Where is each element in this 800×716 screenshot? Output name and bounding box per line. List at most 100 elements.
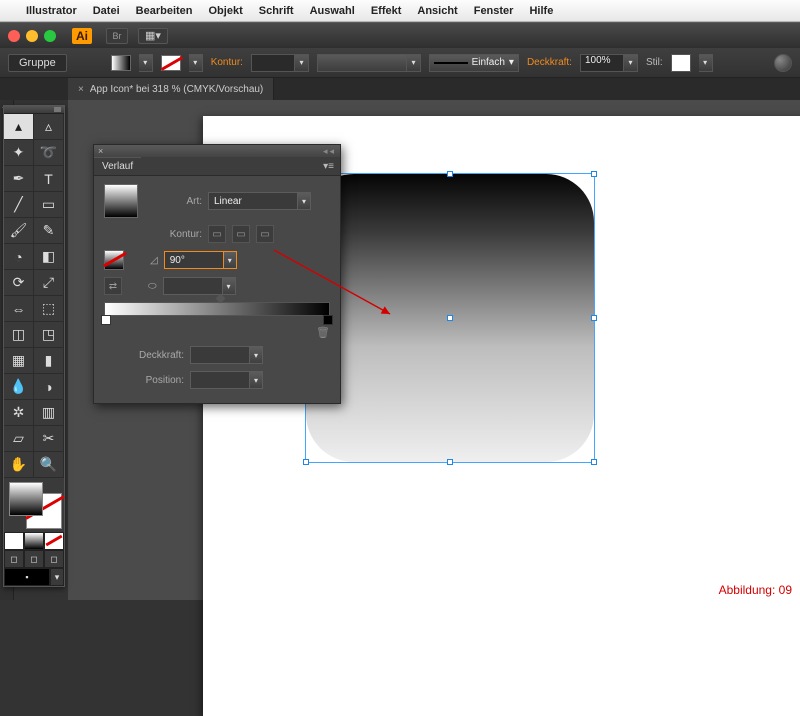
eraser-tool[interactable]: ◧ <box>34 244 64 270</box>
minimize-window-icon[interactable] <box>26 30 38 42</box>
fill-stroke-indicator[interactable] <box>5 480 63 530</box>
gradient-stroke-swatch[interactable] <box>104 250 124 270</box>
mesh-tool[interactable]: ▦ <box>4 348 34 374</box>
stroke-gradient-across-button[interactable]: ▭ <box>256 225 274 243</box>
artboard-tool[interactable]: ▱ <box>4 426 34 452</box>
menu-item-datei[interactable]: Datei <box>93 5 120 17</box>
line-tool[interactable]: ╱ <box>4 192 34 218</box>
gradient-type-dropdown[interactable]: ▾ <box>298 192 311 210</box>
gradient-aspect-field[interactable] <box>163 277 223 295</box>
stop-position-field[interactable] <box>190 371 250 389</box>
opacity-value[interactable]: 100% <box>580 54 624 72</box>
perspective-tool[interactable]: ◳ <box>34 322 64 348</box>
gradient-type-field[interactable]: Linear <box>208 192 298 210</box>
stroke-dropdown[interactable]: ▾ <box>189 54 203 72</box>
bounding-box[interactable] <box>305 173 595 463</box>
magic-wand-tool[interactable]: ✦ <box>4 140 34 166</box>
handle-bl[interactable] <box>303 459 309 465</box>
screen-mode-dropdown[interactable]: ▾ <box>50 568 64 586</box>
brush-field[interactable]: ▾ <box>317 54 421 72</box>
graphic-style-swatch[interactable] <box>671 54 691 72</box>
selection-tool[interactable]: ▴ <box>4 114 34 140</box>
selected-shape[interactable] <box>306 174 594 582</box>
menu-item-auswahl[interactable]: Auswahl <box>310 5 355 17</box>
fill-dropdown[interactable]: ▾ <box>139 54 153 72</box>
handle-bm[interactable] <box>447 459 453 465</box>
delete-stop-icon[interactable]: 🗑 <box>316 326 330 339</box>
hand-tool[interactable]: ✋ <box>4 452 34 478</box>
close-window-icon[interactable] <box>8 30 20 42</box>
menu-item-schrift[interactable]: Schrift <box>259 5 294 17</box>
zoom-window-icon[interactable] <box>44 30 56 42</box>
handle-br[interactable] <box>591 459 597 465</box>
rotate-tool[interactable]: ⟳ <box>4 270 34 296</box>
menu-item-effekt[interactable]: Effekt <box>371 5 402 17</box>
document-tab[interactable]: × App Icon* bei 318 % (CMYK/Vorschau) <box>68 78 274 100</box>
column-graph-tool[interactable]: ▥ <box>34 400 64 426</box>
shape-builder-tool[interactable]: ◫ <box>4 322 34 348</box>
gradient-tool[interactable]: ▮ <box>34 348 64 374</box>
screen-mode-button[interactable]: ▪ <box>4 568 50 586</box>
tools-panel-header[interactable] <box>4 106 64 114</box>
symbol-sprayer-tool[interactable]: ✲ <box>4 400 34 426</box>
color-mode-button[interactable] <box>4 532 24 550</box>
gradient-angle-field[interactable]: 90° <box>164 251 224 269</box>
free-transform-tool[interactable]: ⬚ <box>34 296 64 322</box>
stroke-profile-field[interactable]: Einfach▾ <box>429 54 519 72</box>
pencil-tool[interactable]: ✎ <box>34 218 64 244</box>
graphic-style-dropdown[interactable]: ▾ <box>699 54 713 72</box>
stroke-gradient-within-button[interactable]: ▭ <box>208 225 226 243</box>
pen-tool[interactable]: ✒ <box>4 166 34 192</box>
scale-tool[interactable]: ⤢ <box>34 270 64 296</box>
menu-item-objekt[interactable]: Objekt <box>209 5 243 17</box>
gradient-panel-header[interactable]: × ◂◂ <box>94 145 340 157</box>
stroke-gradient-along-button[interactable]: ▭ <box>232 225 250 243</box>
menu-item-hilfe[interactable]: Hilfe <box>529 5 553 17</box>
document-setup-icon[interactable] <box>774 54 792 72</box>
rectangle-tool[interactable]: ▭ <box>34 192 64 218</box>
blob-brush-tool[interactable]: ◔ <box>4 244 34 270</box>
fill-swatch[interactable] <box>111 55 131 71</box>
slice-tool[interactable]: ✂ <box>34 426 64 452</box>
handle-center[interactable] <box>447 315 453 321</box>
opacity-field[interactable]: 100%▾ <box>580 54 638 72</box>
handle-tm[interactable] <box>447 171 453 177</box>
gradient-panel-tab[interactable]: Verlauf <box>94 157 141 175</box>
menu-item-app[interactable]: Illustrator <box>26 5 77 17</box>
blend-tool[interactable]: ◑ <box>34 374 64 400</box>
width-tool[interactable]: ⇔ <box>4 296 34 322</box>
draw-behind-button[interactable]: ◻ <box>24 550 44 568</box>
gradient-mode-button[interactable] <box>24 532 44 550</box>
stop-position-dropdown[interactable]: ▾ <box>250 371 263 389</box>
panel-collapse-icon[interactable]: ◂◂ <box>323 146 336 157</box>
gradient-midpoint[interactable] <box>216 294 226 304</box>
menu-item-ansicht[interactable]: Ansicht <box>417 5 457 17</box>
gradient-slider[interactable] <box>104 302 330 316</box>
zoom-tool[interactable]: 🔍 <box>34 452 64 478</box>
gradient-aspect-dropdown[interactable]: ▾ <box>223 277 236 295</box>
lasso-tool[interactable]: ➰ <box>34 140 64 166</box>
type-tool[interactable]: T <box>34 166 64 192</box>
arrange-docs-button[interactable]: ▦▾ <box>138 28 168 44</box>
gradient-stop-white[interactable] <box>101 315 111 325</box>
paintbrush-tool[interactable]: 🖌 <box>4 218 34 244</box>
draw-inside-button[interactable]: ◻ <box>44 550 64 568</box>
close-tab-icon[interactable]: × <box>78 84 84 95</box>
menu-item-bearbeiten[interactable]: Bearbeiten <box>136 5 193 17</box>
stop-opacity-field[interactable] <box>190 346 250 364</box>
direct-selection-tool[interactable]: ▵ <box>34 114 64 140</box>
gradient-stop-black[interactable] <box>323 315 333 325</box>
eyedropper-tool[interactable]: 💧 <box>4 374 34 400</box>
stop-opacity-dropdown[interactable]: ▾ <box>250 346 263 364</box>
stroke-weight-field[interactable]: ▾ <box>251 54 309 72</box>
panel-menu-icon[interactable]: ▾≡ <box>323 161 334 172</box>
fill-indicator[interactable] <box>9 482 43 516</box>
stroke-swatch-none[interactable] <box>161 55 181 71</box>
panel-close-icon[interactable]: × <box>98 146 103 156</box>
none-mode-button[interactable] <box>44 532 64 550</box>
draw-normal-button[interactable]: ◻ <box>4 550 24 568</box>
menu-item-fenster[interactable]: Fenster <box>474 5 514 17</box>
bridge-button[interactable]: Br <box>106 28 128 44</box>
handle-tr[interactable] <box>591 171 597 177</box>
reverse-gradient-button[interactable]: ⇄ <box>104 277 122 295</box>
